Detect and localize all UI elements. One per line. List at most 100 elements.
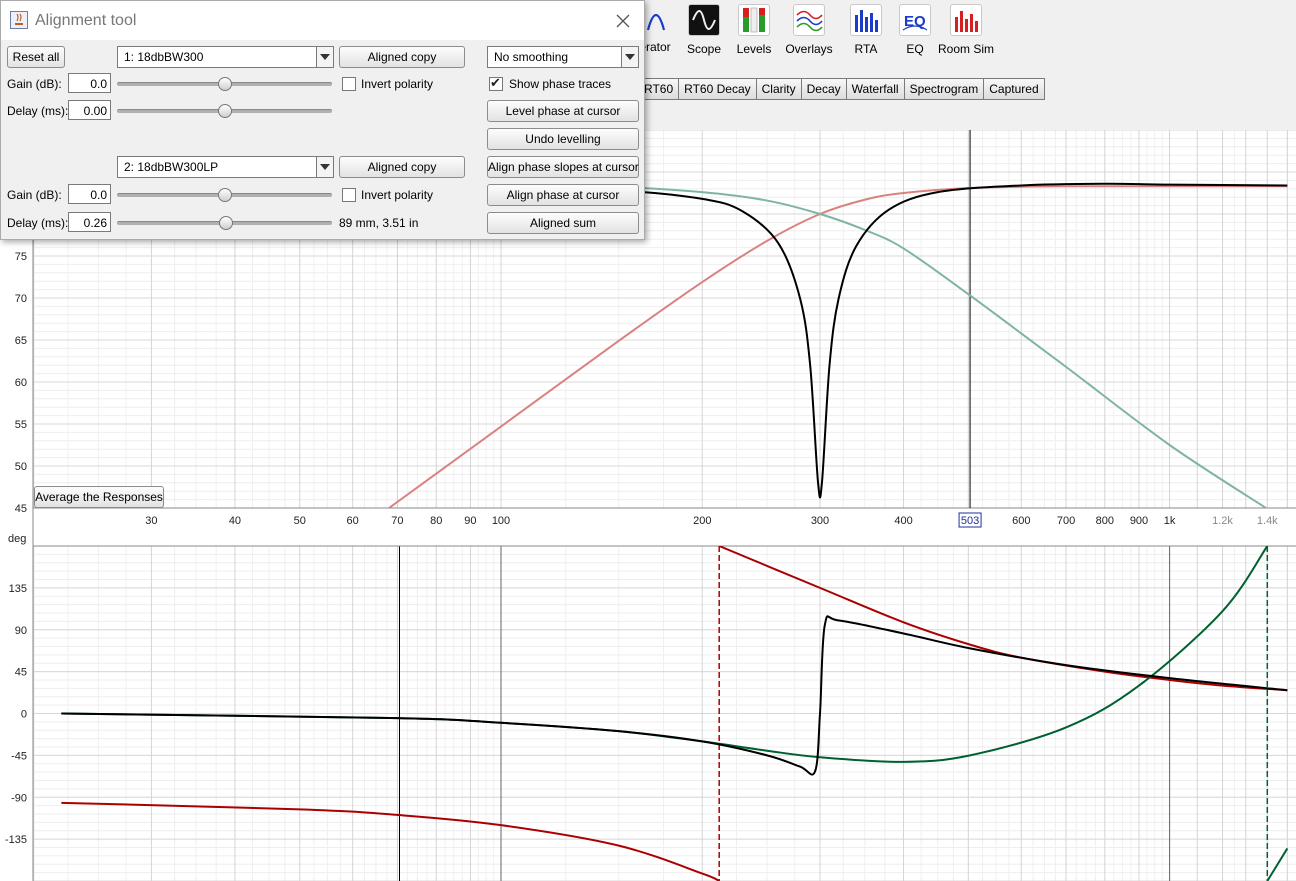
show-phase-traces-label: Show phase traces xyxy=(509,77,612,91)
delay-2-label: Delay (ms): xyxy=(7,216,69,230)
tab-spectrogram[interactable]: Spectrogram xyxy=(903,78,985,100)
phase-tick-label: 45 xyxy=(15,667,27,679)
level-phase-button[interactable]: Level phase at cursor xyxy=(487,100,639,122)
invert-polarity-2-checkbox[interactable] xyxy=(342,188,356,202)
dialog-titlebar[interactable]: Alignment tool xyxy=(1,1,644,40)
slider-thumb[interactable] xyxy=(218,216,233,230)
tab-waterfall[interactable]: Waterfall xyxy=(845,78,905,100)
phase-tick-label: 90 xyxy=(15,625,27,637)
chevron-down-icon xyxy=(316,47,333,67)
overlays-tool[interactable]: Overlays xyxy=(781,4,837,56)
aligned-sum-button[interactable]: Aligned sum xyxy=(487,212,639,234)
phase-tick-label: -135 xyxy=(5,834,27,846)
levels-icon xyxy=(738,4,770,36)
freq-tick-label: 200 xyxy=(693,515,711,527)
smoothing-select[interactable]: No smoothing xyxy=(487,46,639,68)
delay-1-field[interactable]: 0.00 xyxy=(68,100,111,120)
measurement-1-select[interactable]: 1: 18dbBW300 xyxy=(117,46,334,68)
tool-label: RTA xyxy=(854,42,878,56)
phase-tick-label: -90 xyxy=(11,792,27,804)
overlays-icon xyxy=(793,4,825,36)
measurement-2-select[interactable]: 2: 18dbBW300LP xyxy=(117,156,334,178)
freq-tick-label: 600 xyxy=(1012,515,1030,527)
show-phase-traces-checkbox[interactable] xyxy=(489,75,503,91)
delay-1-slider[interactable] xyxy=(117,104,332,118)
spl-tick-label: 75 xyxy=(15,251,27,263)
freq-tick-label: 60 xyxy=(347,515,359,527)
freq-tick-label: 50 xyxy=(294,515,306,527)
align-phase-button[interactable]: Align phase at cursor xyxy=(487,184,639,206)
delay-distance-readout: 89 mm, 3.51 in xyxy=(339,216,419,230)
phase-tick-label: 0 xyxy=(21,709,27,721)
freq-tick-label: 70 xyxy=(391,515,403,527)
invert-polarity-1-label: Invert polarity xyxy=(361,77,434,91)
freq-tick-label: 1.4k xyxy=(1257,515,1278,527)
delay-2-slider[interactable] xyxy=(117,216,332,230)
slider-thumb[interactable] xyxy=(217,104,232,118)
spl-tick-label: 65 xyxy=(15,335,27,347)
freq-tick-label: 100 xyxy=(492,515,510,527)
gain-2-slider[interactable] xyxy=(117,188,332,202)
chevron-down-icon xyxy=(316,157,333,177)
phase-tick-label: 135 xyxy=(9,583,27,595)
gain-1-label: Gain (dB): xyxy=(7,77,62,91)
room-sim-tool[interactable]: Room Sim xyxy=(938,4,994,56)
freq-tick-label: 900 xyxy=(1130,515,1148,527)
java-app-icon xyxy=(10,11,28,29)
gain-1-field[interactable]: 0.0 xyxy=(68,73,111,93)
tool-label: Overlays xyxy=(785,42,833,56)
gain-2-label: Gain (dB): xyxy=(7,188,62,202)
freq-tick-label: 800 xyxy=(1096,515,1114,527)
tab-decay[interactable]: Decay xyxy=(800,78,847,100)
freq-tick-label: 80 xyxy=(430,515,442,527)
aligned-copy-2-button[interactable]: Aligned copy xyxy=(339,156,465,178)
phase-unit-label: deg xyxy=(8,533,26,545)
graph-tabs: RT60 RT60 Decay Clarity Decay Waterfall … xyxy=(638,78,1045,100)
invert-polarity-1-checkbox[interactable] xyxy=(342,77,356,91)
rta-tool[interactable]: RTA xyxy=(838,4,894,56)
delay-2-field[interactable]: 0.26 xyxy=(68,212,111,232)
tool-label: EQ xyxy=(906,42,924,56)
graph-canvas[interactable]: 8580757065605550453040506070809010020030… xyxy=(0,130,1296,881)
delay-1-label: Delay (ms): xyxy=(7,104,69,118)
tab-clarity[interactable]: Clarity xyxy=(755,78,802,100)
measurement-1-value: 1: 18dbBW300 xyxy=(124,50,204,64)
aligned-copy-1-button[interactable]: Aligned copy xyxy=(339,46,465,68)
phase-tick-label: -45 xyxy=(11,750,27,762)
spl-tick-label: 60 xyxy=(15,377,27,389)
gain-1-slider[interactable] xyxy=(117,77,332,91)
graph-area: 8580757065605550453040506070809010020030… xyxy=(0,130,1296,881)
slider-thumb[interactable] xyxy=(217,188,232,202)
eq-tool[interactable]: EQ EQ xyxy=(887,4,943,56)
measurement-2-value: 2: 18dbBW300LP xyxy=(124,160,219,174)
freq-tick-label: 700 xyxy=(1057,515,1075,527)
freq-tick-label: 40 xyxy=(229,515,241,527)
cursor-frequency-label: 503 xyxy=(961,515,979,527)
spl-tick-label: 55 xyxy=(15,419,27,431)
slider-thumb[interactable] xyxy=(217,77,232,91)
scope-icon xyxy=(688,4,720,36)
reset-all-button[interactable]: Reset all xyxy=(7,46,65,68)
close-icon[interactable] xyxy=(616,14,630,28)
tab-captured[interactable]: Captured xyxy=(983,78,1045,100)
gain-2-field[interactable]: 0.0 xyxy=(68,184,111,204)
scope-tool[interactable]: Scope xyxy=(676,4,732,56)
freq-tick-label: 90 xyxy=(464,515,476,527)
freq-tick-label: 300 xyxy=(811,515,829,527)
undo-levelling-button[interactable]: Undo levelling xyxy=(487,128,639,150)
levels-tool[interactable]: Levels xyxy=(726,4,782,56)
dialog-title: Alignment tool xyxy=(35,12,137,29)
eq-icon: EQ xyxy=(899,4,931,36)
tab-rt60-decay[interactable]: RT60 Decay xyxy=(678,78,757,100)
spl-tick-label: 50 xyxy=(15,461,27,473)
align-phase-slopes-button[interactable]: Align phase slopes at cursor xyxy=(487,156,639,178)
smoothing-value: No smoothing xyxy=(494,50,569,64)
freq-tick-label: 400 xyxy=(894,515,912,527)
chevron-down-icon xyxy=(621,47,638,67)
average-responses-button[interactable]: Average the Responses xyxy=(34,486,164,508)
tool-label: Levels xyxy=(736,42,772,56)
rta-icon xyxy=(850,4,882,36)
freq-tick-label: 30 xyxy=(145,515,157,527)
alignment-tool-dialog: Alignment tool Reset all 1: 18dbBW300 Al… xyxy=(0,0,645,240)
tool-label: Room Sim xyxy=(938,42,995,56)
